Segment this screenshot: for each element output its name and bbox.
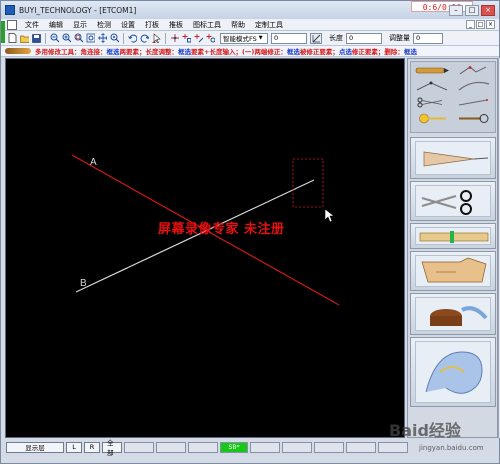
label-b: B: [80, 278, 87, 289]
label-a: A: [90, 157, 97, 168]
drawing-canvas[interactable]: A B 屏幕录像专家 未注册: [5, 58, 405, 438]
tool-pencil[interactable]: [414, 65, 450, 76]
undo-icon[interactable]: [127, 33, 138, 44]
panel-button-french-curve[interactable]: [410, 337, 496, 407]
status-cell: [188, 441, 218, 453]
ruler-icon: [419, 231, 489, 243]
point-edit-icon[interactable]: [193, 33, 204, 44]
baidu-url: jingyan.baidu.com: [419, 444, 484, 452]
menu-edit[interactable]: 编辑: [44, 20, 68, 30]
length-label: 长度: [329, 34, 343, 42]
tool-grid: [410, 61, 496, 133]
folding-tool-icon: [423, 151, 489, 167]
menu-bar: 文件 编辑 显示 检测 设置 打板 推板 图标工具 帮助 定制工具 _ □ ×: [1, 19, 499, 31]
hint-bar: 多用修改工具：角连接：框选两要素；长度调整：框选要素+长度输入；(一)两端修正：…: [1, 46, 499, 57]
status-cell: [282, 441, 312, 453]
close-button[interactable]: ×: [481, 5, 495, 16]
status-cell: [156, 441, 186, 453]
mdi-close-button[interactable]: ×: [486, 20, 495, 29]
new-file-icon[interactable]: [7, 33, 18, 44]
panel-button-fold[interactable]: [410, 137, 496, 179]
document-icon[interactable]: [7, 19, 17, 30]
toolbar-separator: [123, 32, 124, 44]
menu-check[interactable]: 检测: [92, 20, 116, 30]
mdi-restore-button[interactable]: □: [476, 20, 485, 29]
canvas-drawing: A B: [71, 154, 340, 306]
mouse-cursor-icon: [324, 208, 335, 223]
toolbar-separator: [165, 32, 166, 44]
zoom-all-icon[interactable]: [109, 33, 120, 44]
tool-needle[interactable]: [456, 97, 492, 108]
tool-wheel[interactable]: [456, 113, 492, 124]
panel-button-pattern[interactable]: [410, 251, 496, 291]
status-cell: [250, 441, 280, 453]
menu-settings[interactable]: 设置: [116, 20, 140, 30]
mode-select[interactable]: 智能模式FS ▼: [220, 32, 268, 44]
baidu-watermark: Baid经验 jingyan.baidu.com: [371, 411, 499, 461]
point-tool-icon[interactable]: [169, 33, 180, 44]
baidu-logo-text: Baid经验: [389, 421, 461, 440]
title-bar: BUYI_TECHNOLOGY - [ETCOM1] 0:6/0:10 – □ …: [1, 1, 499, 19]
point-snap-icon[interactable]: [181, 33, 192, 44]
select-cursor-icon[interactable]: [151, 33, 162, 44]
menu-pattern[interactable]: 打板: [140, 20, 164, 30]
maximize-button[interactable]: □: [465, 5, 479, 16]
right-button[interactable]: R: [84, 441, 100, 453]
adjust-label: 调整量: [389, 34, 410, 42]
panel-button-scissors[interactable]: [410, 181, 496, 221]
minimize-button[interactable]: –: [449, 5, 463, 16]
all-button[interactable]: 全部: [102, 439, 122, 457]
adjust-input[interactable]: 0: [413, 32, 443, 44]
french-curve-icon: [425, 351, 483, 394]
toolbar: 智能模式FS ▼ 0 长度 0 调整量 0: [1, 31, 499, 46]
tool-compass[interactable]: [456, 65, 492, 76]
sewing-basket-icon: [430, 306, 488, 326]
length-input[interactable]: 0: [346, 32, 382, 44]
pan-icon[interactable]: [97, 33, 108, 44]
tool-tape-measure[interactable]: [414, 113, 450, 124]
tool-scissors-small[interactable]: [414, 97, 450, 108]
panel-button-thread[interactable]: [410, 293, 496, 335]
menu-file[interactable]: 文件: [20, 20, 44, 30]
toolbar-separator: [45, 32, 46, 44]
pattern-piece-icon: [421, 257, 487, 283]
app-window: BUYI_TECHNOLOGY - [ETCOM1] 0:6/0:10 – □ …: [0, 0, 500, 464]
zoom-in-icon[interactable]: [61, 33, 72, 44]
zoom-window-icon[interactable]: [73, 33, 84, 44]
status-cell: [124, 441, 154, 453]
tool-divider[interactable]: [414, 81, 450, 92]
open-folder-icon[interactable]: [19, 33, 30, 44]
menu-help[interactable]: 帮助: [226, 20, 250, 30]
recorder-watermark: 屏幕录像专家 未注册: [158, 222, 285, 237]
mode-select-value: 智能模式FS: [223, 35, 257, 43]
save-icon[interactable]: [31, 33, 42, 44]
menu-icon-tools[interactable]: 图标工具: [188, 20, 226, 30]
mdi-minimize-button[interactable]: _: [466, 20, 475, 29]
point-measure-icon[interactable]: [205, 33, 216, 44]
snap-indicator[interactable]: SB*: [220, 441, 248, 453]
zoom-fit-icon[interactable]: [85, 33, 96, 44]
value-input[interactable]: 0: [271, 32, 307, 44]
menu-custom-tools[interactable]: 定制工具: [250, 20, 288, 30]
chevron-down-icon: ▼: [258, 35, 263, 41]
redo-icon[interactable]: [139, 33, 150, 44]
window-edge-marker: [1, 21, 5, 43]
tool-panel: [407, 58, 498, 438]
left-button[interactable]: L: [66, 441, 82, 453]
status-cell: [314, 441, 344, 453]
layer-button[interactable]: 显示层: [6, 441, 64, 453]
pencil-tool-icon: [5, 48, 31, 54]
tool-curve-ruler[interactable]: [456, 81, 492, 92]
window-title: BUYI_TECHNOLOGY - [ETCOM1]: [19, 5, 137, 15]
menu-view[interactable]: 显示: [68, 20, 92, 30]
zoom-out-icon[interactable]: [49, 33, 60, 44]
hint-text: 多用修改工具：角连接：框选两要素；长度调整：框选要素+长度输入；(一)两端修正：…: [35, 48, 417, 56]
app-icon: [5, 5, 15, 15]
menu-grading[interactable]: 推板: [164, 20, 188, 30]
measure-tool-icon[interactable]: [310, 32, 322, 44]
panel-button-ruler[interactable]: [410, 223, 496, 249]
scissors-icon: [421, 190, 472, 215]
